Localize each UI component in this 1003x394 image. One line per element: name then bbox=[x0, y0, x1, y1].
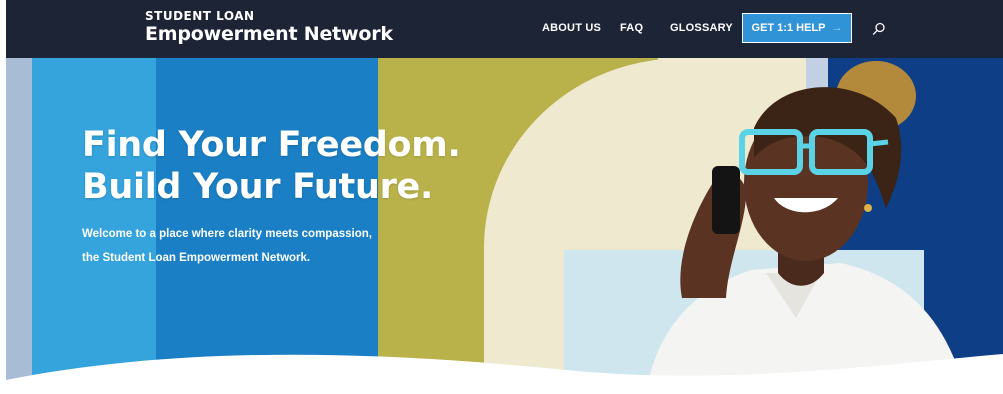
nav-glossary[interactable]: GLOSSARY bbox=[670, 22, 733, 34]
page: STUDENT LOAN Empowerment Network ABOUT U… bbox=[0, 0, 1003, 394]
search-icon[interactable] bbox=[872, 22, 886, 36]
hero-title-line-2: Build Your Future. bbox=[82, 167, 433, 207]
get-help-button[interactable]: GET 1:1 HELP → bbox=[742, 13, 852, 43]
logo-main-text: Empowerment Network bbox=[145, 23, 393, 45]
hero-title: Find Your Freedom. Build Your Future. bbox=[82, 124, 461, 208]
arrow-right-icon: → bbox=[831, 22, 843, 34]
site-header: STUDENT LOAN Empowerment Network ABOUT U… bbox=[6, 0, 1003, 58]
hero-subtitle-line-1: Welcome to a place where clarity meets c… bbox=[82, 228, 372, 240]
nav-faq[interactable]: FAQ bbox=[620, 22, 643, 34]
hero-subtitle-line-2: the Student Loan Empowerment Network. bbox=[82, 252, 311, 264]
hero-subtitle: Welcome to a place where clarity meets c… bbox=[82, 222, 372, 270]
nav-about-us[interactable]: ABOUT US bbox=[542, 22, 601, 34]
get-help-label: GET 1:1 HELP bbox=[751, 22, 826, 34]
hero-section: Find Your Freedom. Build Your Future. We… bbox=[6, 58, 1003, 394]
hero-title-line-1: Find Your Freedom. bbox=[82, 125, 461, 165]
logo-top-text: STUDENT LOAN bbox=[145, 9, 255, 23]
site-logo[interactable]: STUDENT LOAN Empowerment Network bbox=[145, 9, 393, 46]
